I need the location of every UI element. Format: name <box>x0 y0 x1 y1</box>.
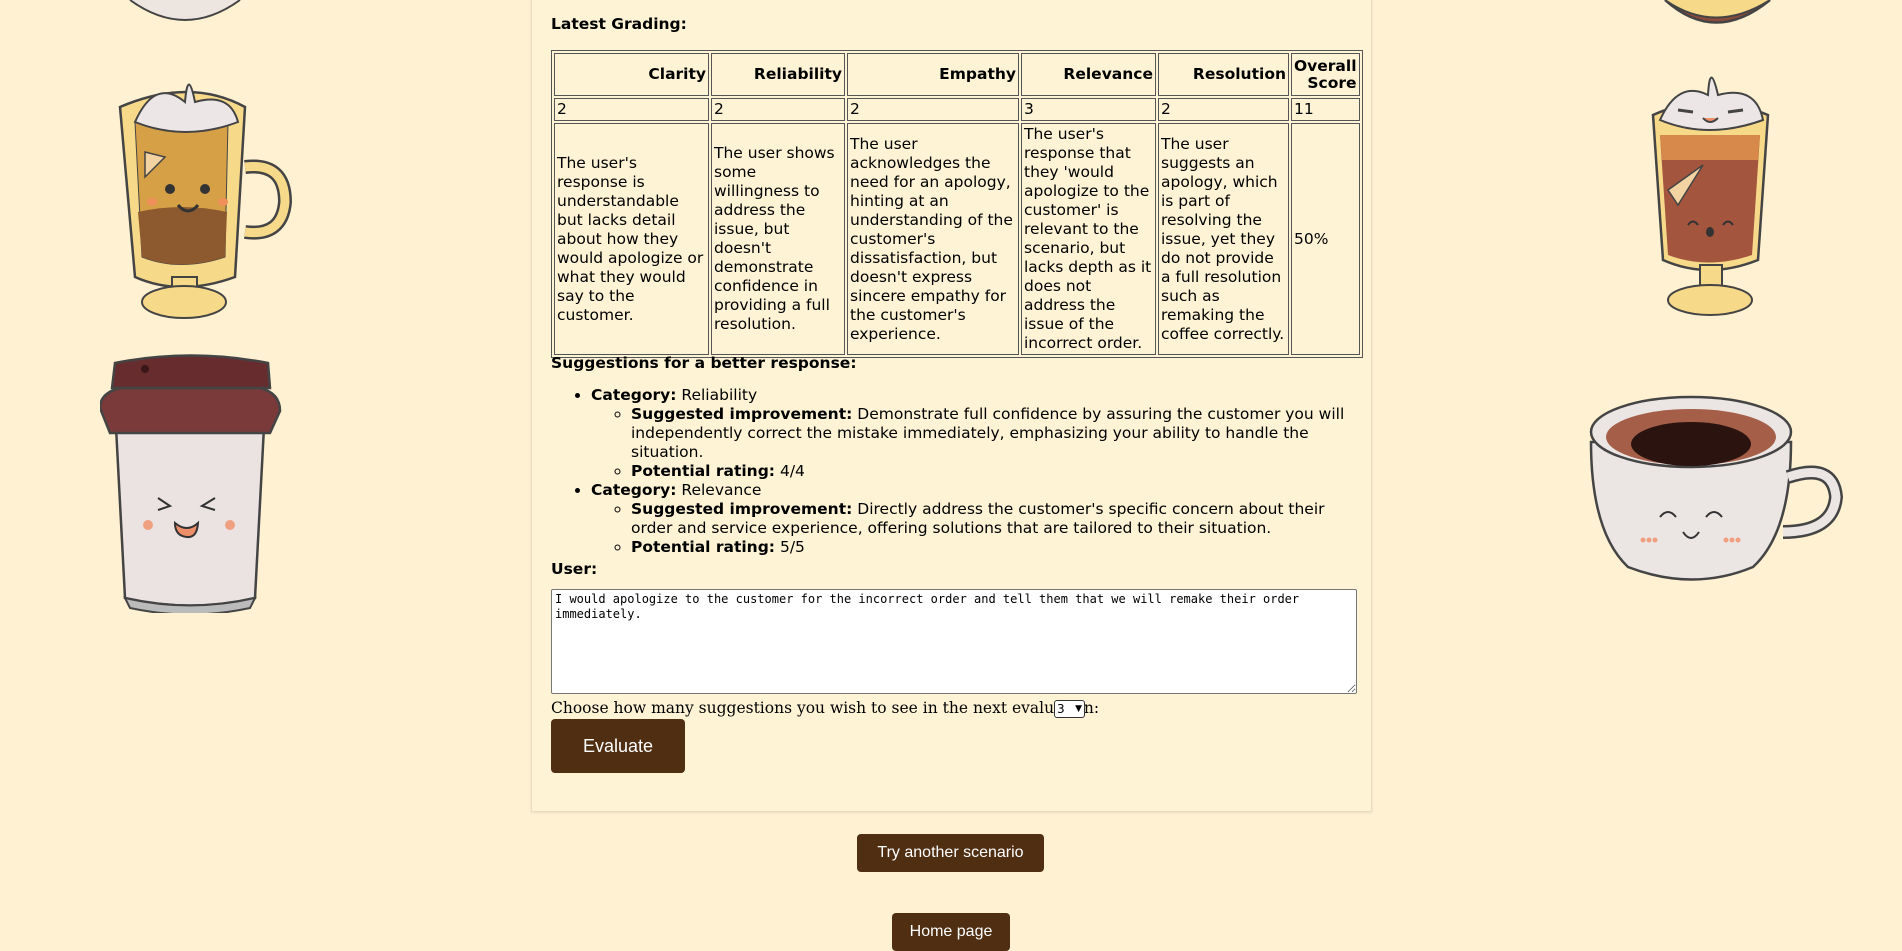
suggestion-count-value: 3 <box>1057 702 1065 716</box>
header-resolution: Resolution <box>1158 53 1289 96</box>
explanation-reliability: The user shows some willingness to addre… <box>711 123 845 355</box>
category-label: Category: <box>591 481 677 499</box>
header-clarity: Clarity <box>554 53 709 96</box>
user-heading: User: <box>551 560 598 578</box>
score-reliability: 2 <box>711 98 845 121</box>
cup-top-right-illustration <box>1664 0 1771 24</box>
irish-coffee-glass-right-illustration <box>1651 76 1770 316</box>
page: Latest Grading: Clarity Reliability Empa… <box>0 0 1902 951</box>
try-another-scenario-button[interactable]: Try another scenario <box>857 834 1044 872</box>
grading-header-row: Clarity Reliability Empathy Relevance Re… <box>554 53 1360 96</box>
suggestion-improvement: Suggested improvement: Demonstrate full … <box>631 405 1361 462</box>
explanation-empathy: The user acknowledges the need for an ap… <box>847 123 1019 355</box>
coffee-cup-right-illustration <box>1589 395 1843 581</box>
grading-explanations-row: The user's response is understandable bu… <box>554 123 1360 355</box>
suggestion-count-label: Choose how many suggestions you wish to … <box>551 699 1100 717</box>
suggestion-category: Reliability <box>681 386 758 404</box>
score-relevance: 3 <box>1021 98 1156 121</box>
header-relevance: Relevance <box>1021 53 1156 96</box>
suggestion-rating: Potential rating: 4/4 <box>631 462 1361 481</box>
suggestions-heading: Suggestions for a better response: <box>551 354 857 372</box>
grading-scores-row: 2 2 2 3 2 11 <box>554 98 1360 121</box>
irish-coffee-mug-left-illustration <box>118 83 293 319</box>
score-overall: 11 <box>1291 98 1360 121</box>
score-resolution: 2 <box>1158 98 1289 121</box>
rating-value: 4/4 <box>779 462 805 480</box>
rating-label: Potential rating: <box>631 462 776 480</box>
category-label: Category: <box>591 386 677 404</box>
home-page-button[interactable]: Home page <box>892 913 1010 951</box>
suggestion-rating: Potential rating: 5/5 <box>631 538 1361 557</box>
suggestions-list: Category: Reliability Suggested improvem… <box>551 386 1361 557</box>
explanation-clarity: The user's response is understandable bu… <box>554 123 709 355</box>
header-reliability: Reliability <box>711 53 845 96</box>
suggestion-item: Category: Relevance Suggested improvemen… <box>591 481 1361 557</box>
rating-label: Potential rating: <box>631 538 776 556</box>
takeaway-cup-illustration <box>100 354 282 613</box>
header-overall-score: Overall Score <box>1291 53 1360 96</box>
improvement-label: Suggested improvement: <box>631 405 853 423</box>
score-empathy: 2 <box>847 98 1019 121</box>
suggestion-category: Relevance <box>681 481 762 499</box>
improvement-label: Suggested improvement: <box>631 500 853 518</box>
header-empathy: Empathy <box>847 53 1019 96</box>
explanation-resolution: The user suggests an apology, which is p… <box>1158 123 1289 355</box>
user-response-textarea[interactable]: I would apologize to the customer for th… <box>551 589 1357 694</box>
suggestion-improvement: Suggested improvement: Directly address … <box>631 500 1361 538</box>
evaluate-button[interactable]: Evaluate <box>551 719 685 773</box>
suggestion-count-select[interactable]: 3 ▼ <box>1054 700 1085 718</box>
rating-value: 5/5 <box>779 538 805 556</box>
cup-top-left-illustration <box>129 0 241 21</box>
score-clarity: 2 <box>554 98 709 121</box>
latest-grading-heading: Latest Grading: <box>551 15 687 33</box>
grading-table: Clarity Reliability Empathy Relevance Re… <box>551 50 1363 358</box>
explanation-overall-percent: 50% <box>1291 123 1360 355</box>
suggestion-item: Category: Reliability Suggested improvem… <box>591 386 1361 481</box>
chevron-down-icon: ▼ <box>1075 704 1082 714</box>
explanation-relevance: The user's response that they 'would apo… <box>1021 123 1156 355</box>
